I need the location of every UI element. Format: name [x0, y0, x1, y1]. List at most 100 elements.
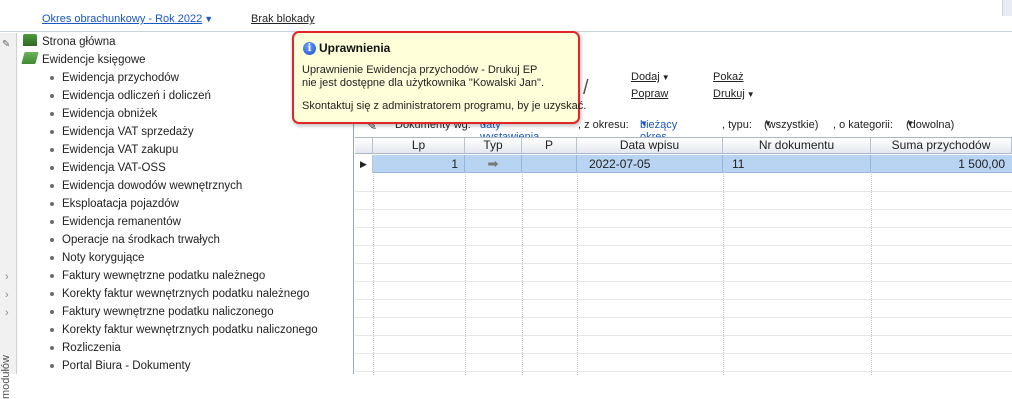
period-dropdown[interactable]: Okres obrachunkowy - Rok 2022 ▼ [42, 13, 213, 25]
tree-item-internal-documents[interactable]: Ewidencja dowodów wewnętrznych [46, 177, 242, 195]
edit-button[interactable]: Popraw [631, 88, 668, 100]
grid-divider [871, 174, 872, 375]
tree-item-home[interactable]: Strona główna [23, 33, 116, 51]
info-icon: i [303, 42, 316, 55]
tree-item-label: Faktury wewnętrzne podatku naliczonego [62, 306, 274, 318]
chevron-down-icon[interactable]: ▼ [662, 73, 670, 82]
tree-item-label: Ewidencja dowodów wewnętrznych [62, 180, 243, 192]
tree-item-label: Ewidencja obniżek [62, 108, 158, 120]
cell-lp[interactable]: 1 [373, 155, 465, 173]
bullet-icon [50, 328, 54, 332]
tree-item-vat-oss[interactable]: Ewidencja VAT-OSS [46, 159, 166, 177]
period-filter-label: , z okresu: [578, 119, 629, 131]
tooltip-title: Uprawnienia [319, 41, 391, 55]
block-status-link[interactable]: Brak blokady [251, 13, 315, 25]
bullet-icon [50, 202, 54, 206]
tree-item-label: Operacje na środkach trwałych [62, 234, 220, 246]
grid-divider [723, 174, 724, 375]
add-label[interactable]: Dodaj [631, 71, 660, 83]
period-label[interactable]: Okres obrachunkowy - Rok 2022 [42, 13, 202, 25]
tree-item-accounting-records[interactable]: Ewidencje księgowe [21, 51, 146, 69]
column-header-p[interactable]: P [522, 138, 577, 154]
tooltip-line: nie jest dostępne dla użytkownika "Kowal… [302, 77, 544, 89]
arrow-right-icon[interactable]: ➡ [465, 155, 522, 173]
category-filter-label: , o kategorii: [833, 119, 893, 131]
print-button[interactable]: Drukuj ▼ [713, 88, 755, 100]
bullet-icon [50, 166, 54, 170]
tree-item-label: Strona główna [42, 36, 116, 48]
title-fragment: / [583, 77, 589, 99]
bullet-icon [50, 364, 54, 368]
bullet-icon [50, 76, 54, 80]
tree-item-fixed-assets[interactable]: Operacje na środkach trwałych [46, 231, 220, 249]
bullet-icon [50, 346, 54, 350]
show-button[interactable]: Pokaż [713, 71, 744, 83]
chevron-down-icon[interactable]: ▼ [747, 90, 755, 99]
chevron-down-icon[interactable]: ▼ [204, 14, 213, 24]
type-filter-value[interactable]: (wszystkie) [764, 119, 818, 131]
tooltip-line: Uprawnienie Ewidencja przychodów - Druku… [302, 64, 538, 76]
chevron-right-icon[interactable]: › [5, 307, 9, 319]
cell-income-sum[interactable]: 1 500,00 [871, 155, 1012, 173]
bullet-icon [50, 148, 54, 152]
column-header-document-number[interactable]: Nr dokumentu [723, 138, 871, 154]
tree-item-internal-invoices-due[interactable]: Faktury wewnętrzne podatku należnego [46, 267, 265, 285]
cell-p[interactable] [522, 155, 577, 173]
tree-item-income-register[interactable]: Ewidencja przychodów [46, 69, 179, 87]
tree-item-internal-invoices-due-corrections[interactable]: Korekty faktur wewnętrznych podatku nale… [46, 285, 309, 303]
documents-grid: Lp Typ P Data wpisu Nr dokumentu Suma pr… [355, 137, 1012, 375]
tree-item-label: Korekty faktur wewnętrznych podatku nale… [62, 288, 310, 300]
chevron-right-icon[interactable]: › [5, 289, 9, 301]
tree-item-internal-invoices-input[interactable]: Faktury wewnętrzne podatku naliczonego [46, 303, 274, 321]
tree-item-label: Ewidencja przychodów [62, 72, 179, 84]
add-button[interactable]: Dodaj ▼ [631, 71, 670, 83]
top-bar: Okres obrachunkowy - Rok 2022 ▼ Brak blok… [0, 0, 1012, 32]
chevron-down-icon[interactable]: ▼ [906, 119, 914, 128]
permission-tooltip: i Uprawnienia Uprawnienie Ewidencja przy… [292, 31, 586, 124]
tree-item-label: Faktury wewnętrzne podatku należnego [62, 270, 266, 282]
tree-item-settlements[interactable]: Rozliczenia [46, 339, 121, 357]
row-pointer-icon: ▶ [355, 155, 373, 173]
tree-item-label: Ewidencja VAT-OSS [62, 162, 166, 174]
column-header-lp[interactable]: Lp [373, 138, 465, 154]
grid-divider [577, 174, 578, 375]
tree-item-label: Eksploatacja pojazdów [62, 198, 179, 210]
column-header-entry-date[interactable]: Data wpisu [577, 138, 723, 154]
bullet-icon [50, 238, 54, 242]
tree-item-reductions-register[interactable]: Ewidencja obniżek [46, 105, 157, 123]
chevron-right-icon[interactable]: › [5, 271, 9, 283]
tree-item-label: Rozliczenia [62, 342, 121, 354]
bullet-icon [50, 310, 54, 314]
cell-entry-date[interactable]: 2022-07-05 [577, 155, 723, 173]
tree-item-vat-purchases[interactable]: Ewidencja VAT zakupu [46, 141, 178, 159]
tree-item-office-portal-documents[interactable]: Portal Biura - Dokumenty [46, 357, 190, 375]
bullet-icon [50, 256, 54, 260]
print-label[interactable]: Drukuj [713, 88, 745, 100]
pin-icon[interactable]: ✎ [2, 39, 14, 51]
bullet-icon [50, 292, 54, 296]
chevron-down-icon[interactable]: ▼ [640, 119, 648, 128]
tree-item-deductions-register[interactable]: Ewidencja odliczeń i doliczeń [46, 87, 211, 105]
bullet-icon [50, 274, 54, 278]
tree-item-vat-sales[interactable]: Ewidencja VAT sprzedaży [46, 123, 194, 141]
modules-vertical-label[interactable]: modułów [0, 355, 17, 399]
tree-item-label: Ewidencja VAT sprzedaży [62, 126, 194, 138]
bullet-icon [50, 184, 54, 188]
tree-item-inventories[interactable]: Ewidencja remanentów [46, 213, 181, 231]
modules-strip: ✎ › › › modułów [0, 33, 17, 399]
tooltip-line: Skontaktuj się z administratorem program… [302, 100, 587, 112]
row-indicator-header [355, 138, 373, 154]
tree-item-label: Ewidencje księgowe [42, 54, 146, 66]
tree-item-label: Noty korygujące [62, 252, 145, 264]
tree-item-vehicles[interactable]: Eksploatacja pojazdów [46, 195, 179, 213]
grid-empty-area [355, 174, 1012, 375]
book-icon [21, 52, 39, 64]
type-filter-label: , typu: [722, 119, 752, 131]
tree-item-correction-notes[interactable]: Noty korygujące [46, 249, 144, 267]
window-corner [1002, 0, 1012, 16]
column-header-income-sum[interactable]: Suma przychodów [871, 138, 1012, 154]
cell-document-number[interactable]: 11 [723, 155, 871, 173]
chevron-down-icon[interactable]: ▼ [764, 119, 772, 128]
column-header-type[interactable]: Typ [465, 138, 522, 154]
tree-item-internal-invoices-input-corrections[interactable]: Korekty faktur wewnętrznych podatku nali… [46, 321, 318, 339]
